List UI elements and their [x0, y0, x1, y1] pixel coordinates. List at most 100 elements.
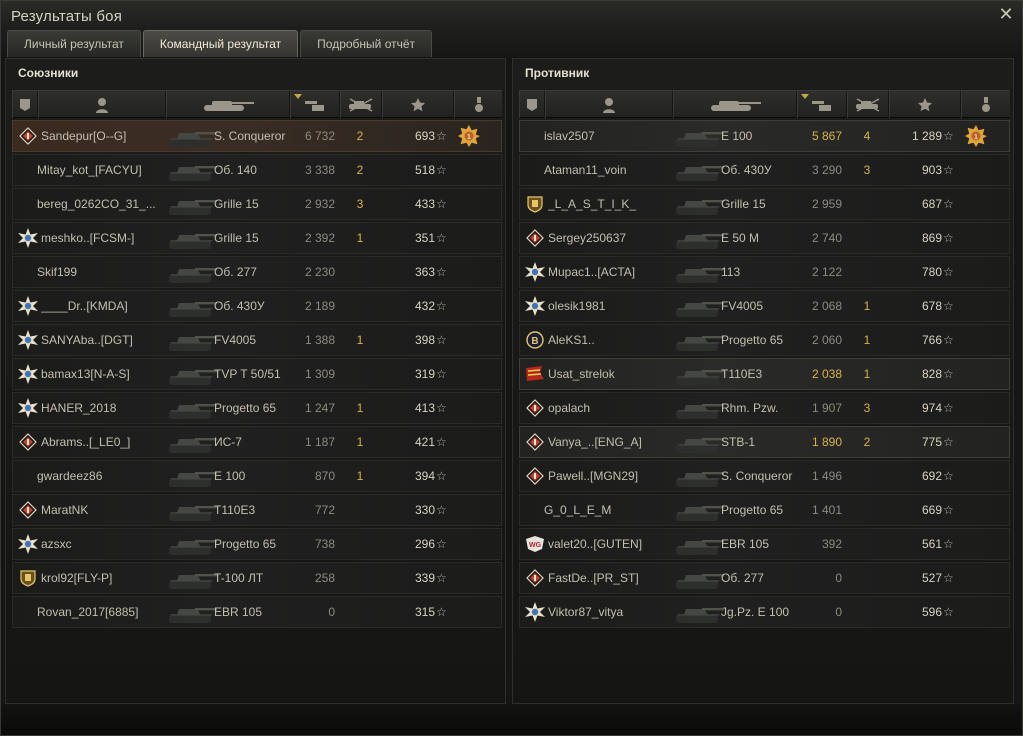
player-row[interactable]: bereg_0262CO_31_... Grille 15 2 932 3 433 ☆ [12, 188, 502, 220]
enemies-header-medal[interactable] [961, 91, 1011, 118]
player-name: islav2507 [544, 129, 595, 143]
damage-value: 738 [314, 537, 335, 551]
clan-diamond-icon [17, 495, 39, 525]
allies-header-medal[interactable] [454, 91, 504, 118]
tank-preview-icon [672, 495, 726, 525]
player-row[interactable]: olesik1981 FV4005 2 068 1 678 ☆ [519, 290, 1010, 322]
allies-header-platoon[interactable] [12, 91, 38, 118]
player-row[interactable]: Mitay_kot_[FACYU] Об. 140 3 338 2 518 ☆ [12, 154, 502, 186]
clan-diamond-icon [524, 461, 546, 491]
clan-diamond-icon [524, 393, 546, 423]
kills-value: 1 [863, 333, 871, 347]
allies-header-xp[interactable] [382, 91, 454, 118]
player-row[interactable]: G_0_L_E_M Progetto 65 1 401 669 ☆ [519, 494, 1010, 526]
kills-value [345, 257, 375, 287]
player-row[interactable]: Sandepur[O--G] S. Conqueror 6 732 2 693 ☆ 1 [12, 120, 502, 152]
allies-header-kills[interactable] [340, 91, 382, 118]
player-row[interactable]: B AleKS1.. Progetto 65 2 060 1 766 ☆ [519, 324, 1010, 356]
kills-value: 1 [356, 333, 364, 347]
clan-shield-icon [524, 189, 546, 219]
damage-value: 1 187 [304, 435, 335, 449]
player-row[interactable]: krol92[FLY-P] T-100 ЛТ 258 339 ☆ [12, 562, 502, 594]
allies-header-vehicle[interactable] [166, 91, 290, 118]
vehicle-name: EBR 105 [721, 537, 770, 551]
tab-personal-result[interactable]: Личный результат [7, 30, 141, 57]
tank-preview-icon [672, 461, 726, 491]
player-row[interactable]: Sergey250637 E 50 M 2 740 869 ☆ [519, 222, 1010, 254]
clan-diamond-icon [524, 223, 546, 253]
kills-value [345, 563, 375, 593]
kills-value [345, 495, 375, 525]
player-row[interactable]: FastDe..[PR_ST] Об. 277 0 527 ☆ [519, 562, 1010, 594]
kills-value [345, 359, 375, 389]
xp-value: 527 [921, 571, 942, 585]
player-row[interactable]: bamax13[N-A-S] TVP T 50/51 1 309 319 ☆ [12, 358, 502, 390]
vehicle-name: Об. 430У [214, 299, 265, 313]
clan-star-icon [524, 291, 546, 321]
player-row[interactable]: Mupac1..[ACTA] 113 2 122 780 ☆ [519, 256, 1010, 288]
enemies-header-xp[interactable] [889, 91, 961, 118]
xp-star-icon: ☆ [436, 129, 447, 143]
player-name: Viktor87_vitya [548, 605, 624, 619]
player-row[interactable]: HANER_2018 Progetto 65 1 247 1 413 ☆ [12, 392, 502, 424]
damage-value: 2 068 [811, 299, 842, 313]
player-row[interactable]: Ataman11_voin Об. 430У 3 290 3 903 ☆ [519, 154, 1010, 186]
player-row[interactable]: Usat_strelok T110E3 2 038 1 828 ☆ [519, 358, 1010, 390]
kills-value [852, 461, 882, 491]
clan-star-icon [17, 393, 39, 423]
player-row[interactable]: Skif199 Об. 277 2 230 363 ☆ [12, 256, 502, 288]
player-row[interactable]: islav2507 E 100 5 867 4 1 289 ☆ 1 [519, 120, 1010, 152]
player-row[interactable]: MaratNK T110E3 772 330 ☆ [12, 494, 502, 526]
player-name: opalach [548, 401, 591, 415]
player-row[interactable]: gwardeez86 E 100 870 1 394 ☆ [12, 460, 502, 492]
player-row[interactable]: Viktor87_vitya Jg.Pz. E 100 0 596 ☆ [519, 596, 1010, 628]
enemies-header-platoon[interactable] [519, 91, 545, 118]
allies-header-player[interactable] [38, 91, 166, 118]
kills-value: 3 [863, 401, 871, 415]
xp-value: 692 [921, 469, 942, 483]
damage-value: 2 959 [811, 197, 842, 211]
player-row[interactable]: meshko..[FCSM-] Grille 15 2 392 1 351 ☆ [12, 222, 502, 254]
svg-text:1: 1 [974, 134, 978, 141]
enemies-header-player[interactable] [545, 91, 673, 118]
xp-value: 766 [921, 333, 942, 347]
platoon-icon [19, 98, 31, 112]
player-row[interactable]: Vanya_..[ENG_A] STB-1 1 890 2 775 ☆ [519, 426, 1010, 458]
tab-detailed-report[interactable]: Подробный отчёт [300, 30, 433, 57]
player-row[interactable]: ____Dr..[KMDA] Об. 430У 2 189 432 ☆ [12, 290, 502, 322]
player-name: meshko..[FCSM-] [41, 231, 135, 245]
xp-star-icon: ☆ [436, 367, 447, 381]
player-row[interactable]: Abrams..[_LE0_] ИС-7 1 187 1 421 ☆ [12, 426, 502, 458]
svg-text:WG: WG [529, 542, 542, 549]
tab-team-result[interactable]: Командный результат [142, 30, 299, 57]
xp-value: 561 [921, 537, 942, 551]
vehicle-name: STB-1 [721, 435, 756, 449]
tank-preview-icon [165, 121, 219, 151]
clan-star-icon [524, 257, 546, 287]
enemies-header-damage[interactable] [797, 91, 847, 118]
close-icon[interactable]: ✕ [996, 4, 1016, 24]
svg-text:B: B [531, 336, 538, 347]
player-name: bereg_0262CO_31_... [37, 197, 156, 211]
player-row[interactable]: WG valet20..[GUTEN] EBR 105 392 561 ☆ [519, 528, 1010, 560]
kills-value [852, 495, 882, 525]
tank-preview-icon [672, 291, 726, 321]
vehicle-name: E 50 M [721, 231, 760, 245]
vehicle-name: Об. 277 [214, 265, 257, 279]
player-row[interactable]: azsxc Progetto 65 738 296 ☆ [12, 528, 502, 560]
kills-value [852, 223, 882, 253]
player-row[interactable]: opalach Rhm. Pzw. 1 907 3 974 ☆ [519, 392, 1010, 424]
enemies-header-vehicle[interactable] [673, 91, 797, 118]
vehicle-name: TVP T 50/51 [214, 367, 281, 381]
player-row[interactable]: Rovan_2017[6885] EBR 105 0 315 ☆ [12, 596, 502, 628]
player-row[interactable]: SANYAba..[DGT] FV4005 1 388 1 398 ☆ [12, 324, 502, 356]
xp-star-icon: ☆ [943, 537, 954, 551]
player-name: Sergey250637 [548, 231, 627, 245]
player-row[interactable]: _L_A_S_T_I_K_ Grille 15 2 959 687 ☆ [519, 188, 1010, 220]
allies-header-damage[interactable] [290, 91, 340, 118]
xp-star-icon: ☆ [436, 469, 447, 483]
enemies-header-kills[interactable] [847, 91, 889, 118]
clan-diamond-icon [524, 427, 546, 457]
tank-preview-icon [165, 291, 219, 321]
player-row[interactable]: Pawell..[MGN29] S. Conqueror 1 496 692 ☆ [519, 460, 1010, 492]
